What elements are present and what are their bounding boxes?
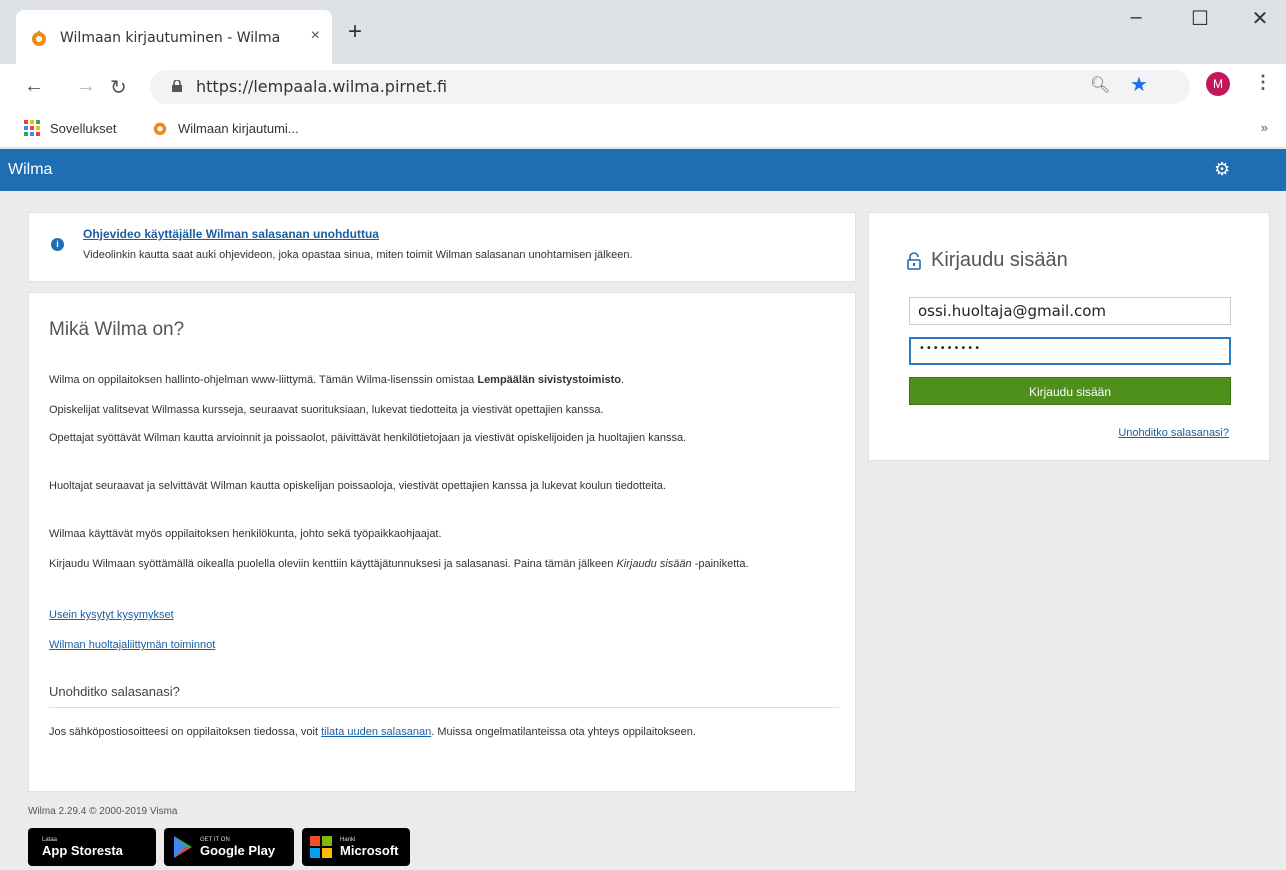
zoom-icon[interactable]: 🔍︎: [1090, 75, 1110, 95]
username-input[interactable]: ossi.huoltaja@gmail.com: [909, 297, 1231, 325]
info-description: Videolinkin kautta saat auki ohjevideon,…: [83, 249, 633, 261]
info-icon: i: [51, 238, 64, 251]
unlock-icon: [907, 251, 921, 270]
user-settings-icon[interactable]: ⚙︎: [1214, 159, 1230, 180]
bookmark-label: Wilmaan kirjautumi...: [178, 120, 299, 136]
app-store-badge[interactable]: Lataa App Storesta: [28, 828, 156, 866]
tab-title: Wilmaan kirjautuminen - Wilma: [60, 30, 281, 46]
tab-close-icon[interactable]: ×: [311, 27, 320, 45]
forgot-password-heading: Unohditko salasanasi?: [49, 684, 180, 699]
section-heading: Mikä Wilma on?: [49, 319, 185, 340]
paragraph: Opettajat syöttävät Wilman kautta arvioi…: [49, 432, 687, 444]
new-tab-icon[interactable]: +: [348, 18, 362, 46]
paragraph: Wilma on oppilaitoksen hallinto-ohjelman…: [49, 374, 625, 386]
minimize-icon[interactable]: –: [1116, 6, 1156, 29]
wilma-header: Wilma ⚙︎: [0, 149, 1286, 191]
paragraph: Kirjaudu Wilmaan syöttämällä oikealla pu…: [49, 558, 749, 570]
reload-icon[interactable]: ↻: [110, 75, 127, 100]
bookmarks-overflow-icon[interactable]: »: [1261, 120, 1268, 135]
microsoft-badge[interactable]: Hanki Microsoft: [302, 828, 410, 866]
apps-grid-icon: [24, 120, 40, 136]
browser-tab[interactable]: Wilmaan kirjautuminen - Wilma ×: [16, 10, 332, 66]
browser-tabstrip: Wilmaan kirjautuminen - Wilma × + – ☐ ✕: [0, 0, 1286, 66]
google-play-badge[interactable]: GET IT ON Google Play: [164, 828, 294, 866]
login-panel: Kirjaudu sisään ossi.huoltaja@gmail.com …: [868, 212, 1270, 461]
login-button[interactable]: Kirjaudu sisään: [909, 377, 1231, 405]
paragraph: Huoltajat seuraavat ja selvittävät Wilma…: [49, 480, 666, 492]
version-footer: Wilma 2.29.4 © 2000-2019 Visma: [28, 806, 178, 817]
order-new-password-link[interactable]: tilata uuden salasanan: [321, 726, 431, 738]
divider: [49, 707, 839, 708]
microsoft-icon: [310, 836, 332, 858]
paragraph: Opiskelijat valitsevat Wilmassa kursseja…: [49, 404, 604, 416]
wilma-logo-text[interactable]: Wilma: [8, 161, 52, 179]
back-icon[interactable]: ←: [24, 75, 44, 98]
forward-icon[interactable]: →: [76, 75, 96, 98]
wilma-favicon-icon: [32, 30, 46, 46]
menu-icon[interactable]: ⋮: [1254, 72, 1272, 93]
info-notice: i Ohjevideo käyttäjälle Wilman salasanan…: [28, 212, 856, 282]
what-is-wilma-section: Mikä Wilma on? Wilma on oppilaitoksen ha…: [28, 292, 856, 792]
bookmark-wilma[interactable]: Wilmaan kirjautumi...: [152, 120, 299, 136]
forgot-password-link[interactable]: Unohditko salasanasi?: [1118, 427, 1229, 439]
faq-link[interactable]: Usein kysytyt kysymykset: [49, 609, 174, 621]
paragraph: Jos sähköpostiosoitteesi on oppilaitokse…: [49, 726, 696, 738]
address-bar[interactable]: https://lempaala.wilma.pirnet.fi: [150, 70, 1190, 104]
bookmark-label: Sovellukset: [50, 120, 117, 136]
guardian-features-link[interactable]: Wilman huoltajaliittymän toiminnot: [49, 639, 215, 651]
profile-avatar[interactable]: M: [1206, 72, 1230, 96]
bookmark-apps[interactable]: Sovellukset: [24, 120, 116, 136]
bookmark-star-icon[interactable]: ★: [1130, 72, 1148, 97]
lock-icon: [172, 80, 182, 92]
help-video-link[interactable]: Ohjevideo käyttäjälle Wilman salasanan u…: [83, 227, 379, 241]
password-input[interactable]: •••••••••: [909, 337, 1231, 365]
google-play-icon: [174, 836, 192, 858]
close-window-icon[interactable]: ✕: [1240, 6, 1280, 31]
paragraph: Wilmaa käyttävät myös oppilaitoksen henk…: [49, 528, 442, 540]
bookmarks-bar: Sovellukset Wilmaan kirjautumi... »: [0, 110, 1286, 148]
url-text: https://lempaala.wilma.pirnet.fi: [196, 77, 448, 96]
maximize-icon[interactable]: ☐: [1180, 6, 1220, 31]
login-title: Kirjaudu sisään: [907, 249, 1068, 272]
wilma-favicon-icon: [153, 122, 167, 136]
